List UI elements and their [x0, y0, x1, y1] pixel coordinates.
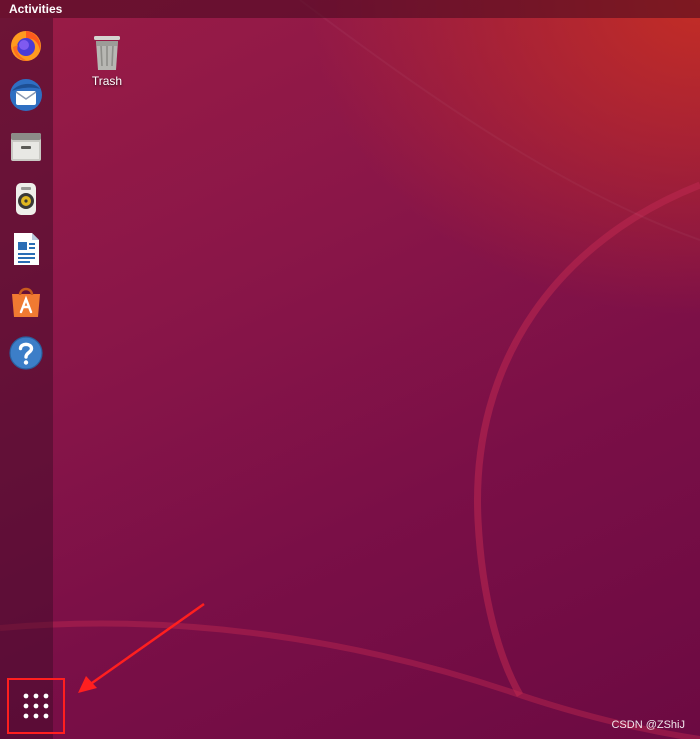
watermark: CSDN @ZShiJ — [611, 719, 685, 731]
files-icon — [11, 133, 41, 161]
desktop: Activities Trash CSDN @ZShiJ — [0, 0, 700, 739]
dock-item-firefox[interactable] — [7, 26, 45, 64]
activities-button[interactable]: Activities — [9, 2, 62, 16]
show-applications-grid-icon — [23, 693, 49, 719]
trash-icon — [94, 36, 120, 70]
dock-item-help[interactable] — [7, 334, 45, 372]
thunderbird-icon — [10, 79, 42, 111]
desktop-icon-label: Trash — [91, 74, 123, 88]
desktop-icon-trash[interactable]: Trash — [82, 32, 132, 88]
help-icon — [9, 336, 43, 370]
show-applications-button[interactable] — [7, 678, 65, 734]
dock-item-rhythmbox[interactable] — [7, 180, 45, 218]
dock-item-software-center[interactable] — [7, 282, 45, 320]
dock — [0, 18, 53, 739]
firefox-icon — [11, 31, 41, 61]
top-bar: Activities — [0, 0, 700, 18]
rhythmbox-icon — [16, 183, 36, 215]
software-center-icon — [12, 287, 40, 317]
libreoffice-writer-icon — [14, 233, 39, 265]
dock-item-libreoffice-writer[interactable] — [7, 230, 45, 268]
dock-item-thunderbird[interactable] — [7, 76, 45, 114]
wallpaper-curves — [0, 0, 700, 739]
dock-item-files[interactable] — [7, 128, 45, 166]
